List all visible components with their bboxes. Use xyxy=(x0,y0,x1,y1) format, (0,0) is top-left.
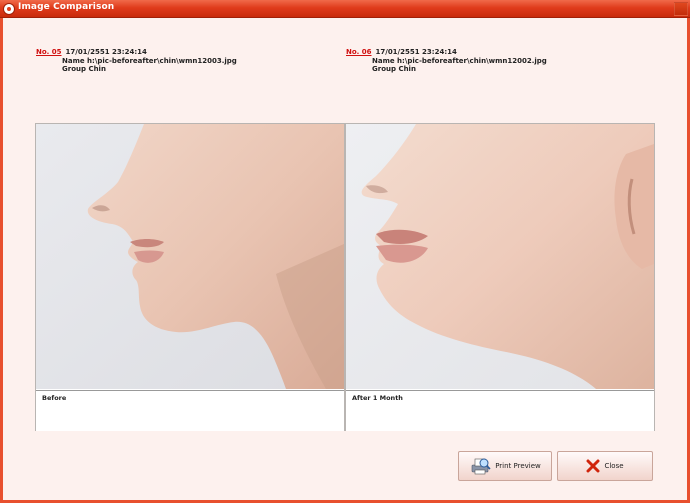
print-preview-label: Print Preview xyxy=(495,462,541,470)
close-x-icon xyxy=(586,459,600,473)
right-image-info: No. 06 17/01/2551 23:24:14 Name h:\pic-be… xyxy=(346,48,547,74)
left-number-link[interactable]: No. 05 xyxy=(36,48,62,56)
after-panel: After 1 Month xyxy=(345,123,655,431)
title-bar: Image Comparison xyxy=(0,0,690,18)
print-preview-button[interactable]: Print Preview xyxy=(458,451,552,481)
right-group: Group Chin xyxy=(372,65,416,73)
left-name: Name h:\pic-beforeafter\chin\wmn12003.jp… xyxy=(62,56,237,65)
close-label: Close xyxy=(604,462,624,470)
right-number-link[interactable]: No. 06 xyxy=(346,48,372,56)
window-title: Image Comparison xyxy=(18,2,115,12)
print-preview-icon xyxy=(469,457,491,475)
before-face-image xyxy=(36,124,344,389)
left-image-info: No. 05 17/01/2551 23:24:14 Name h:\pic-be… xyxy=(36,48,237,74)
app-icon xyxy=(3,3,15,15)
window-close-button[interactable] xyxy=(674,2,688,16)
right-name: Name h:\pic-beforeafter\chin\wmn12002.jp… xyxy=(372,56,547,65)
after-photo[interactable] xyxy=(346,124,654,389)
after-face-image xyxy=(346,124,654,389)
right-datetime: 17/01/2551 23:24:14 xyxy=(375,48,457,56)
before-photo[interactable] xyxy=(36,124,344,389)
before-caption[interactable]: Before xyxy=(36,390,344,431)
left-datetime: 17/01/2551 23:24:14 xyxy=(65,48,147,56)
left-group: Group Chin xyxy=(62,65,106,73)
after-caption[interactable]: After 1 Month xyxy=(346,390,654,431)
close-button[interactable]: Close xyxy=(557,451,653,481)
before-panel: Before xyxy=(35,123,345,431)
